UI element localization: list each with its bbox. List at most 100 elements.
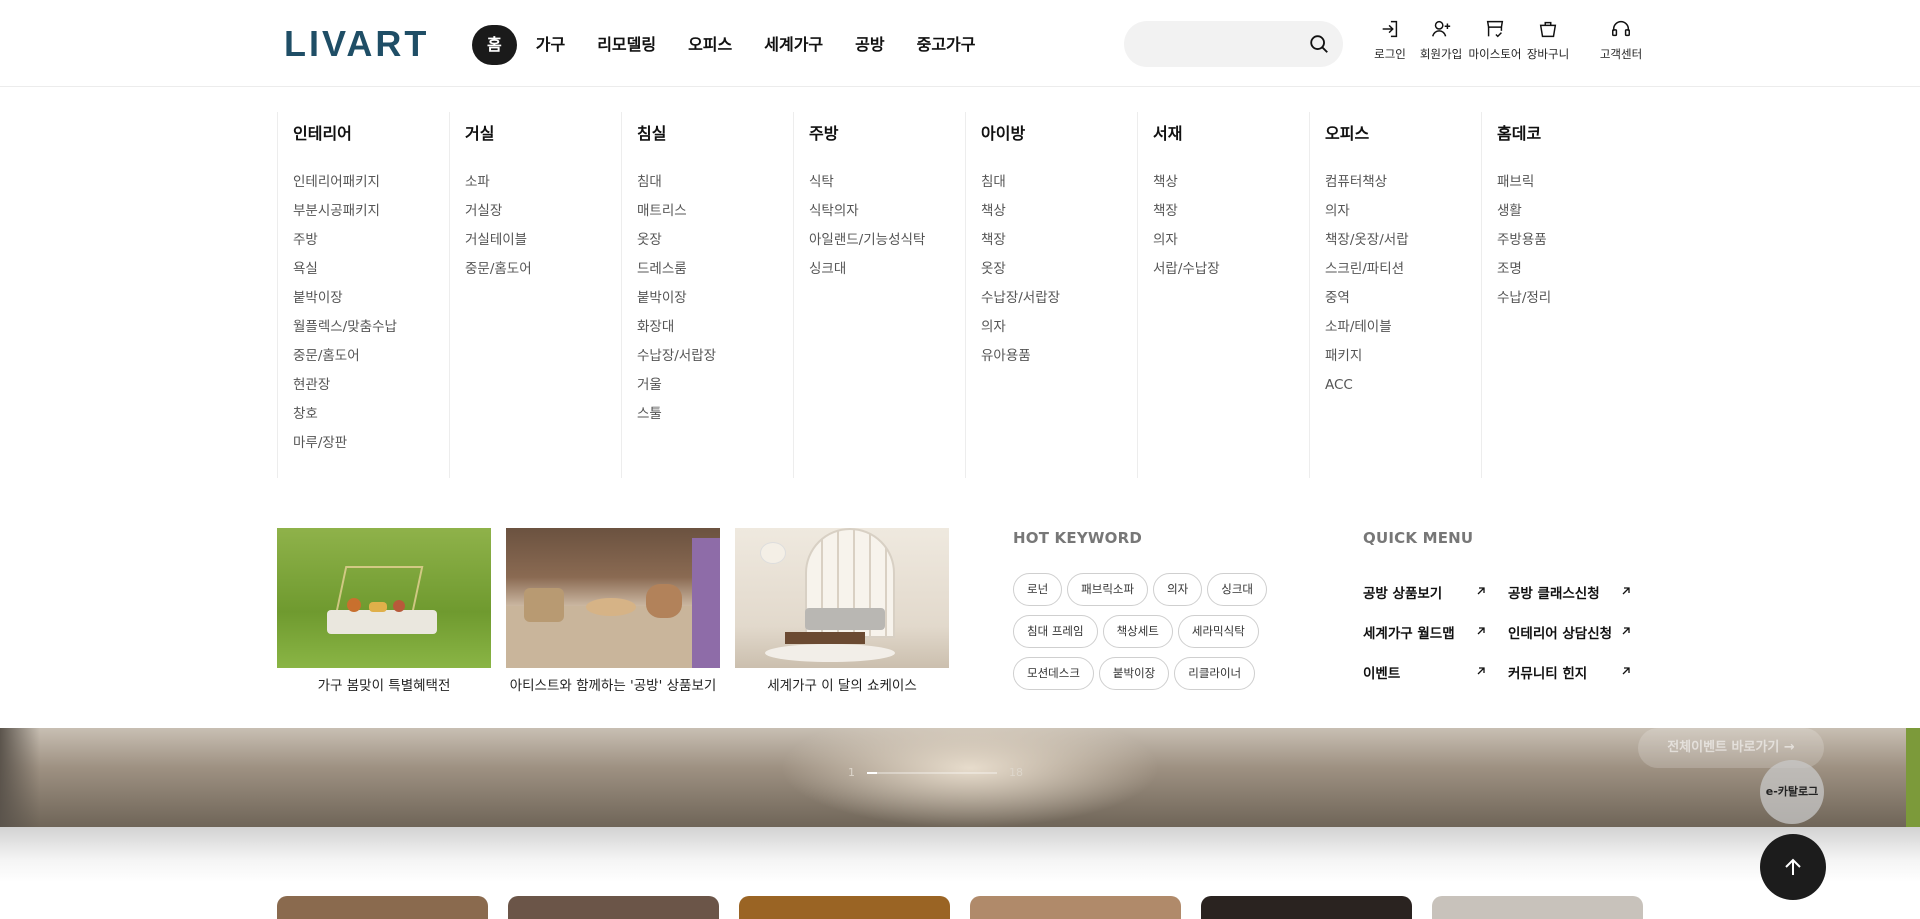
menu-item[interactable]: 식탁의자 <box>809 201 965 230</box>
quick-link[interactable]: 커뮤니티 힌지 <box>1508 662 1638 682</box>
hero-banner[interactable]: 전체이벤트 바로가기 → 1 18 <box>0 728 1920 827</box>
menu-item[interactable]: 유아용품 <box>981 346 1137 375</box>
menu-item[interactable]: 중문/홈도어 <box>293 346 449 375</box>
menu-item[interactable]: 현관장 <box>293 375 449 404</box>
signup-button[interactable]: 회원가입 <box>1411 18 1471 62</box>
nav-world-furniture[interactable]: 세계가구 <box>751 25 836 65</box>
promo-card[interactable]: 가구 봄맞이 특별혜택전 <box>277 528 491 694</box>
product-thumbnail[interactable] <box>739 896 950 919</box>
menu-item[interactable]: 컴퓨터책상 <box>1325 172 1481 201</box>
quick-link[interactable]: 공방 클래스신청 <box>1508 582 1638 602</box>
product-thumbnail[interactable] <box>1432 896 1643 919</box>
menu-item[interactable]: 마루/장판 <box>293 433 449 462</box>
menu-item[interactable]: 부분시공패키지 <box>293 201 449 230</box>
menu-column-title[interactable]: 아이방 <box>981 120 1137 143</box>
menu-item[interactable]: ACC <box>1325 375 1481 404</box>
ecatalog-button[interactable]: e-카탈로그 <box>1760 760 1824 824</box>
scroll-top-button[interactable] <box>1760 834 1826 900</box>
search-input[interactable] <box>1142 21 1302 67</box>
product-thumbnail[interactable] <box>1201 896 1412 919</box>
keyword-chip[interactable]: 붙박이장 <box>1098 657 1170 690</box>
menu-column-title[interactable]: 침실 <box>637 120 793 143</box>
menu-item[interactable]: 서랍/수납장 <box>1153 259 1309 288</box>
menu-item[interactable]: 소파 <box>465 172 621 201</box>
cart-button[interactable]: 장바구니 <box>1518 18 1578 62</box>
menu-item[interactable]: 화장대 <box>637 317 793 346</box>
quick-link[interactable]: 인테리어 상담신청 <box>1508 622 1638 642</box>
menu-item[interactable]: 매트리스 <box>637 201 793 230</box>
search-icon[interactable] <box>1308 33 1330 55</box>
nav-home[interactable]: 홈 <box>472 25 517 65</box>
nav-furniture[interactable]: 가구 <box>523 25 578 65</box>
menu-column-title[interactable]: 인테리어 <box>293 120 449 143</box>
keyword-chip[interactable]: 침대 프레임 <box>1013 615 1098 648</box>
menu-item[interactable]: 식탁 <box>809 172 965 201</box>
menu-item[interactable]: 의자 <box>1325 201 1481 230</box>
product-thumbnail[interactable] <box>508 896 719 919</box>
menu-item[interactable]: 거실테이블 <box>465 230 621 259</box>
quick-link[interactable]: 이벤트 <box>1363 662 1493 682</box>
menu-item[interactable]: 의자 <box>981 317 1137 346</box>
promo-card[interactable]: 세계가구 이 달의 쇼케이스 <box>735 528 949 694</box>
menu-item[interactable]: 책장/옷장/서랍 <box>1325 230 1481 259</box>
menu-item[interactable]: 드레스룸 <box>637 259 793 288</box>
menu-item[interactable]: 수납/정리 <box>1497 288 1653 317</box>
menu-column-title[interactable]: 홈데코 <box>1497 120 1653 143</box>
product-thumbnail[interactable] <box>970 896 1181 919</box>
menu-item[interactable]: 중역 <box>1325 288 1481 317</box>
menu-item[interactable]: 창호 <box>293 404 449 433</box>
menu-item[interactable]: 수납장/서랍장 <box>981 288 1137 317</box>
mystore-button[interactable]: 마이스토어 <box>1465 18 1525 62</box>
menu-item[interactable]: 중문/홈도어 <box>465 259 621 288</box>
menu-item[interactable]: 조명 <box>1497 259 1653 288</box>
keyword-chip[interactable]: 싱크대 <box>1207 573 1267 606</box>
livart-logo[interactable]: LIVART <box>284 26 432 60</box>
menu-item[interactable]: 옷장 <box>981 259 1137 288</box>
menu-item[interactable]: 생활 <box>1497 201 1653 230</box>
menu-item[interactable]: 붙박이장 <box>293 288 449 317</box>
menu-column-title[interactable]: 주방 <box>809 120 965 143</box>
menu-column-title[interactable]: 서재 <box>1153 120 1309 143</box>
menu-item[interactable]: 침대 <box>981 172 1137 201</box>
menu-column-title[interactable]: 거실 <box>465 120 621 143</box>
nav-used-furniture[interactable]: 중고가구 <box>904 25 989 65</box>
menu-item[interactable]: 옷장 <box>637 230 793 259</box>
menu-item[interactable]: 거울 <box>637 375 793 404</box>
promo-card[interactable]: 아티스트와 함께하는 '공방' 상품보기 <box>506 528 720 694</box>
menu-item[interactable]: 책장 <box>1153 201 1309 230</box>
menu-item[interactable]: 수납장/서랍장 <box>637 346 793 375</box>
menu-item[interactable]: 스크린/파티션 <box>1325 259 1481 288</box>
menu-item[interactable]: 패키지 <box>1325 346 1481 375</box>
product-thumbnail[interactable] <box>277 896 488 919</box>
keyword-chip[interactable]: 로넌 <box>1013 573 1063 606</box>
menu-item[interactable]: 월플렉스/맞춤수납 <box>293 317 449 346</box>
keyword-chip[interactable]: 책상세트 <box>1102 615 1173 648</box>
keyword-chip[interactable]: 의자 <box>1153 573 1203 606</box>
customer-center-button[interactable]: 고객센터 <box>1591 18 1651 62</box>
quick-link[interactable]: 공방 상품보기 <box>1363 582 1493 602</box>
menu-item[interactable]: 싱크대 <box>809 259 965 288</box>
menu-item[interactable]: 주방용품 <box>1497 230 1653 259</box>
menu-item[interactable]: 침대 <box>637 172 793 201</box>
menu-item[interactable]: 의자 <box>1153 230 1309 259</box>
menu-item[interactable]: 책상 <box>1153 172 1309 201</box>
menu-item[interactable]: 책상 <box>981 201 1137 230</box>
menu-item[interactable]: 패브릭 <box>1497 172 1653 201</box>
menu-item[interactable]: 아일랜드/기능성식탁 <box>809 230 965 259</box>
keyword-chip[interactable]: 세라믹식탁 <box>1177 615 1259 648</box>
keyword-chip[interactable]: 모션데스크 <box>1013 657 1094 690</box>
menu-item[interactable]: 붙박이장 <box>637 288 793 317</box>
keyword-chip[interactable]: 리클라이너 <box>1174 657 1256 690</box>
menu-item[interactable]: 소파/테이블 <box>1325 317 1481 346</box>
menu-item[interactable]: 주방 <box>293 230 449 259</box>
nav-remodeling[interactable]: 리모델링 <box>584 25 669 65</box>
menu-column-title[interactable]: 오피스 <box>1325 120 1481 143</box>
menu-item[interactable]: 인테리어패키지 <box>293 172 449 201</box>
menu-item[interactable]: 거실장 <box>465 201 621 230</box>
keyword-chip[interactable]: 패브릭소파 <box>1067 573 1149 606</box>
menu-item[interactable]: 욕실 <box>293 259 449 288</box>
quick-link[interactable]: 세계가구 월드맵 <box>1363 622 1493 642</box>
nav-office[interactable]: 오피스 <box>675 25 745 65</box>
menu-item[interactable]: 책장 <box>981 230 1137 259</box>
nav-workshop[interactable]: 공방 <box>842 25 897 65</box>
